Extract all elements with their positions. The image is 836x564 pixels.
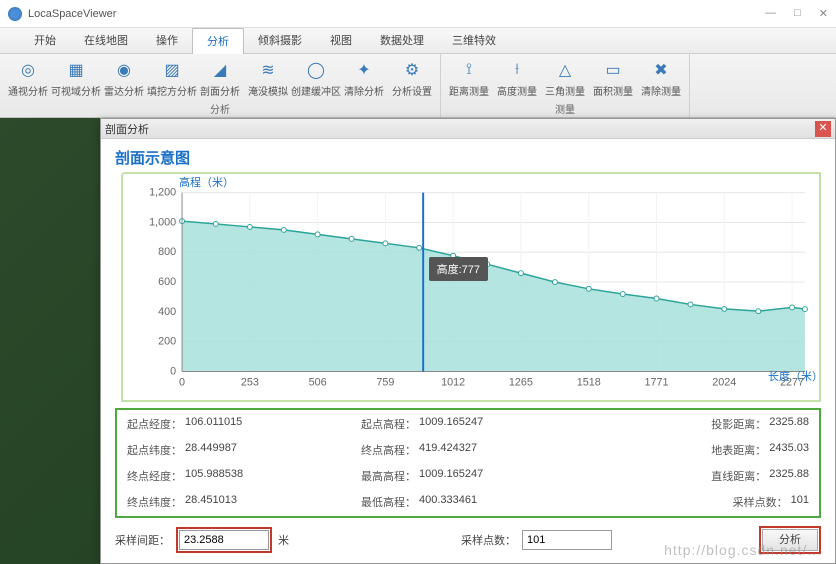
menu-item-2[interactable]: 操作 bbox=[142, 28, 192, 54]
info-item: 投影距离：2325.88 bbox=[595, 416, 809, 432]
svg-text:1518: 1518 bbox=[577, 376, 601, 388]
info-item: 地表距离：2435.03 bbox=[595, 442, 809, 458]
info-item: 起点纬度：28.449987 bbox=[127, 442, 341, 458]
profile-analysis-panel: 剖面分析 ✕ 剖面示意图 高程（米） 长度（米） 0 200 400 600 800 1,… bbox=[100, 118, 836, 564]
ribbon-距离测量[interactable]: ⟟距离测量 bbox=[447, 56, 491, 100]
svg-text:1,000: 1,000 bbox=[149, 216, 176, 228]
ribbon-icon: ◯ bbox=[305, 59, 327, 81]
ribbon-创建缓冲区[interactable]: ◯创建缓冲区 bbox=[294, 56, 338, 100]
ribbon-icon: ⟟ bbox=[458, 59, 480, 81]
menu-item-7[interactable]: 三维特效 bbox=[438, 28, 510, 54]
menubar: 开始在线地图操作分析倾斜摄影视图数据处理三维特效 bbox=[0, 28, 836, 54]
svg-text:0: 0 bbox=[170, 365, 176, 377]
app-logo-icon bbox=[8, 7, 22, 21]
close-window-button[interactable]: ✕ bbox=[819, 7, 828, 20]
info-item: 终点高程：419.424327 bbox=[361, 442, 575, 458]
ribbon-icon: ◢ bbox=[209, 59, 231, 81]
maximize-button[interactable]: □ bbox=[794, 7, 801, 20]
ribbon-可视域分析[interactable]: ▦可视域分析 bbox=[54, 56, 98, 100]
chart-tooltip: 高度:777 bbox=[429, 257, 488, 281]
minimize-button[interactable]: — bbox=[765, 7, 776, 20]
ribbon-高度测量[interactable]: ⟊高度测量 bbox=[495, 56, 539, 100]
info-item: 起点经度：106.011015 bbox=[127, 416, 341, 432]
svg-text:1265: 1265 bbox=[509, 376, 533, 388]
interval-label: 采样间距： bbox=[115, 532, 170, 548]
svg-text:800: 800 bbox=[158, 246, 176, 258]
ribbon-icon: ▦ bbox=[65, 59, 87, 81]
y-axis-label: 高程（米） bbox=[179, 174, 234, 190]
ribbon-填挖方分析[interactable]: ▨填挖方分析 bbox=[150, 56, 194, 100]
ribbon-icon: ⟊ bbox=[506, 59, 528, 81]
ribbon-icon: ✦ bbox=[353, 59, 375, 81]
ribbon-icon: ⚙ bbox=[401, 59, 423, 81]
panel-close-button[interactable]: ✕ bbox=[815, 121, 831, 137]
svg-text:200: 200 bbox=[158, 336, 176, 348]
ribbon-三角测量[interactable]: △三角测量 bbox=[543, 56, 587, 100]
ribbon-剖面分析[interactable]: ◢剖面分析 bbox=[198, 56, 242, 100]
workspace: 剖面分析 ✕ 剖面示意图 高程（米） 长度（米） 0 200 400 600 800 1,… bbox=[0, 118, 836, 564]
panel-header: 剖面分析 ✕ bbox=[101, 119, 835, 139]
ribbon-group-label: 测量 bbox=[447, 100, 683, 117]
info-item: 直线距离：2325.88 bbox=[595, 468, 809, 484]
info-item: 最低高程：400.333461 bbox=[361, 494, 575, 510]
svg-text:253: 253 bbox=[241, 376, 259, 388]
ribbon-icon: ◉ bbox=[113, 59, 135, 81]
ribbon-清除分析[interactable]: ✦清除分析 bbox=[342, 56, 386, 100]
ribbon-icon: ✖ bbox=[650, 59, 672, 81]
interval-highlight bbox=[176, 527, 272, 553]
info-item: 终点纬度：28.451013 bbox=[127, 494, 341, 510]
menu-item-0[interactable]: 开始 bbox=[20, 28, 70, 54]
info-item: 终点经度：105.988538 bbox=[127, 468, 341, 484]
ribbon: ◎通视分析▦可视域分析◉雷达分析▨填挖方分析◢剖面分析≋淹没模拟◯创建缓冲区✦清… bbox=[0, 54, 836, 118]
info-item: 采样点数：101 bbox=[595, 494, 809, 510]
profile-chart[interactable]: 0 200 400 600 800 1,000 1,200 0 253 506 759 1012 126… bbox=[127, 178, 815, 396]
panel-title: 剖面分析 bbox=[105, 121, 815, 137]
svg-text:1771: 1771 bbox=[644, 376, 668, 388]
svg-text:759: 759 bbox=[376, 376, 394, 388]
ribbon-icon: ≋ bbox=[257, 59, 279, 81]
svg-text:506: 506 bbox=[309, 376, 327, 388]
count-label: 采样点数： bbox=[461, 532, 516, 548]
window-title: LocaSpaceViewer bbox=[28, 8, 765, 20]
svg-text:1012: 1012 bbox=[441, 376, 465, 388]
chart-title: 剖面示意图 bbox=[115, 147, 821, 168]
ribbon-雷达分析[interactable]: ◉雷达分析 bbox=[102, 56, 146, 100]
chart-container: 高程（米） 长度（米） 0 200 400 600 800 1,000 1,200 0 253 5… bbox=[121, 172, 821, 402]
ribbon-通视分析[interactable]: ◎通视分析 bbox=[6, 56, 50, 100]
ribbon-清除测量[interactable]: ✖清除测量 bbox=[639, 56, 683, 100]
interval-input[interactable] bbox=[179, 530, 269, 550]
menu-item-6[interactable]: 数据处理 bbox=[366, 28, 438, 54]
ribbon-淹没模拟[interactable]: ≋淹没模拟 bbox=[246, 56, 290, 100]
ribbon-面积测量[interactable]: ▭面积测量 bbox=[591, 56, 635, 100]
svg-text:2024: 2024 bbox=[712, 376, 736, 388]
interval-unit: 米 bbox=[278, 532, 289, 548]
menu-item-3[interactable]: 分析 bbox=[192, 28, 244, 54]
ribbon-group-label: 分析 bbox=[6, 100, 434, 117]
count-input[interactable] bbox=[522, 530, 612, 550]
ribbon-icon: ▭ bbox=[602, 59, 624, 81]
menu-item-5[interactable]: 视图 bbox=[316, 28, 366, 54]
info-item: 起点高程：1009.165247 bbox=[361, 416, 575, 432]
info-item: 最高高程：1009.165247 bbox=[361, 468, 575, 484]
ribbon-icon: △ bbox=[554, 59, 576, 81]
ribbon-icon: ◎ bbox=[17, 59, 39, 81]
ribbon-分析设置[interactable]: ⚙分析设置 bbox=[390, 56, 434, 100]
titlebar: LocaSpaceViewer — □ ✕ bbox=[0, 0, 836, 28]
svg-text:0: 0 bbox=[179, 376, 185, 388]
info-box: 起点经度：106.011015 起点高程：1009.165247 投影距离：2325… bbox=[115, 408, 821, 518]
menu-item-1[interactable]: 在线地图 bbox=[70, 28, 142, 54]
watermark: http://blog.csdn.net/... bbox=[664, 542, 822, 558]
svg-text:600: 600 bbox=[158, 276, 176, 288]
ribbon-icon: ▨ bbox=[161, 59, 183, 81]
svg-text:400: 400 bbox=[158, 306, 176, 318]
x-axis-label: 长度（米） bbox=[768, 368, 823, 384]
menu-item-4[interactable]: 倾斜摄影 bbox=[244, 28, 316, 54]
svg-text:1,200: 1,200 bbox=[149, 187, 176, 199]
